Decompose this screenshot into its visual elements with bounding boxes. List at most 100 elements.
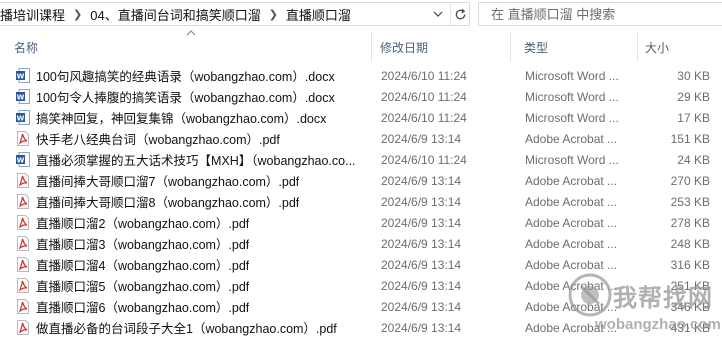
file-date: 2024/6/9 13:14: [381, 257, 462, 272]
file-row[interactable]: 直播顺口溜3（wobangzhao.com）.pdf 2024/6/9 13:1…: [0, 233, 722, 254]
file-size: 278 KB: [670, 215, 710, 230]
breadcrumb-item[interactable]: 播培训课程: [0, 3, 69, 25]
file-row[interactable]: 直播顺口溜4（wobangzhao.com）.pdf 2024/6/9 13:1…: [0, 254, 722, 275]
breadcrumb-item[interactable]: 直播顺口溜: [282, 3, 355, 25]
pdf-icon: [17, 173, 29, 188]
word-icon: W: [16, 89, 30, 104]
svg-text:W: W: [17, 156, 25, 164]
file-name-cell: W 直播必须掌握的五大话术技巧【MXH】（wobangzhao.co...: [16, 149, 372, 170]
pdf-icon: [17, 320, 29, 335]
file-size: 431 KB: [670, 320, 710, 335]
file-type: Adobe Acrobat ...: [525, 236, 618, 251]
file-row[interactable]: 直播间捧大哥顺口溜8（wobangzhao.com）.pdf 2024/6/9 …: [0, 191, 722, 212]
search-input[interactable]: [491, 6, 711, 22]
file-name-cell: W 搞笑神回复，神回复集锦（wobangzhao.com）.docx: [16, 107, 372, 128]
file-date: 2024/6/9 13:14: [381, 194, 462, 209]
pdf-icon: [17, 194, 29, 209]
file-size: 270 KB: [670, 173, 710, 188]
file-name-cell: 直播顺口溜3（wobangzhao.com）.pdf: [16, 233, 372, 254]
file-row[interactable]: 快手老八经典台词（wobangzhao.com）.pdf 2024/6/9 13…: [0, 128, 722, 149]
breadcrumb-item[interactable]: 04、直播间台词和搞笑顺口溜: [86, 3, 264, 25]
file-name-cell: 快手老八经典台词（wobangzhao.com）.pdf: [16, 128, 372, 149]
file-row[interactable]: 直播顺口溜6（wobangzhao.com）.pdf 2024/6/9 13:1…: [0, 296, 722, 317]
file-row[interactable]: 直播间捧大哥顺口溜7（wobangzhao.com）.pdf 2024/6/9 …: [0, 170, 722, 191]
column-header-name[interactable]: 名称: [0, 30, 372, 62]
file-type: Adobe Acrobat ...: [525, 299, 618, 314]
pdf-icon: [17, 257, 29, 272]
column-header-date[interactable]: 修改日期: [366, 32, 511, 62]
breadcrumb-separator-icon[interactable]: ❯: [265, 8, 282, 21]
file-row[interactable]: 做直播必备的台词段子大全1（wobangzhao.com）.pdf 2024/6…: [0, 317, 722, 338]
file-row[interactable]: 直播顺口溜5（wobangzhao.com）.pdf 2024/6/9 13:1…: [0, 275, 722, 296]
pdf-icon: [17, 236, 29, 251]
pdf-icon: [17, 299, 29, 314]
file-row[interactable]: W 直播必须掌握的五大话术技巧【MXH】（wobangzhao.co... 20…: [0, 149, 722, 170]
file-date: 2024/6/9 13:14: [381, 131, 462, 146]
file-type: Adobe Acrobat ...: [525, 278, 618, 293]
file-type: Adobe Acrobat ...: [525, 131, 618, 146]
file-name-cell: 直播顺口溜6（wobangzhao.com）.pdf: [16, 296, 372, 317]
address-dropdown-icon[interactable]: [428, 2, 448, 26]
file-name-cell: W 100句风趣搞笑的经典语录（wobangzhao.com）.docx: [16, 65, 372, 86]
word-icon: W: [16, 152, 30, 167]
file-name-cell: 做直播必备的台词段子大全1（wobangzhao.com）.pdf: [16, 317, 372, 338]
pdf-icon: [17, 278, 29, 293]
file-size: 253 KB: [670, 194, 710, 209]
file-size: 251 KB: [670, 278, 710, 293]
file-date: 2024/6/9 13:14: [381, 320, 462, 335]
file-date: 2024/6/9 13:14: [381, 173, 462, 188]
file-row[interactable]: W 搞笑神回复，神回复集锦（wobangzhao.com）.docx 2024/…: [0, 107, 722, 128]
file-type: Microsoft Word ...: [525, 152, 619, 167]
breadcrumb-separator-icon[interactable]: ❯: [69, 8, 86, 21]
file-size: 346 KB: [670, 299, 710, 314]
file-size: 248 KB: [670, 236, 710, 251]
file-size: 30 KB: [677, 68, 710, 83]
address-bar[interactable]: 播培训课程 ❯ 04、直播间台词和搞笑顺口溜 ❯ 直播顺口溜: [0, 2, 470, 26]
file-date: 2024/6/9 13:14: [381, 299, 462, 314]
refresh-icon[interactable]: [450, 2, 470, 26]
pdf-icon: [17, 131, 29, 146]
file-type: Adobe Acrobat ...: [525, 173, 618, 188]
file-size: 316 KB: [670, 257, 710, 272]
file-name: 搞笑神回复，神回复集锦（wobangzhao.com）.docx: [36, 112, 327, 126]
file-type: Adobe Acrobat ...: [525, 194, 618, 209]
file-name-cell: 直播顺口溜5（wobangzhao.com）.pdf: [16, 275, 372, 296]
search-box[interactable]: [478, 2, 722, 26]
column-header-date-label: 修改日期: [380, 40, 429, 55]
file-date: 2024/6/10 11:24: [381, 152, 467, 167]
file-type: Microsoft Word ...: [525, 89, 619, 104]
column-header-type[interactable]: 类型: [510, 32, 638, 62]
file-date: 2024/6/9 13:14: [381, 278, 462, 293]
svg-text:W: W: [17, 114, 25, 122]
file-name-cell: 直播间捧大哥顺口溜7（wobangzhao.com）.pdf: [16, 170, 372, 191]
file-name: 直播顺口溜5（wobangzhao.com）.pdf: [36, 280, 250, 294]
file-name: 快手老八经典台词（wobangzhao.com）.pdf: [36, 133, 280, 147]
file-size: 29 KB: [677, 89, 710, 104]
column-header-size[interactable]: 大小: [631, 32, 722, 62]
column-header-name-label: 名称: [14, 40, 39, 55]
file-list: W 100句风趣搞笑的经典语录（wobangzhao.com）.docx 202…: [0, 65, 722, 338]
file-name-cell: 直播顺口溜4（wobangzhao.com）.pdf: [16, 254, 372, 275]
file-size: 151 KB: [670, 131, 710, 146]
file-name-cell: 直播顺口溜2（wobangzhao.com）.pdf: [16, 212, 372, 233]
svg-text:W: W: [17, 93, 25, 101]
file-type: Adobe Acrobat ...: [525, 215, 618, 230]
file-name-cell: 直播间捧大哥顺口溜8（wobangzhao.com）.pdf: [16, 191, 372, 212]
pdf-icon: [17, 215, 29, 230]
file-type: Microsoft Word ...: [525, 110, 619, 125]
file-name: 直播顺口溜3（wobangzhao.com）.pdf: [36, 238, 250, 252]
file-type: Adobe Acrobat ...: [525, 257, 618, 272]
column-header-type-label: 类型: [524, 40, 549, 55]
file-name: 做直播必备的台词段子大全1（wobangzhao.com）.pdf: [36, 322, 337, 336]
file-row[interactable]: W 100句风趣搞笑的经典语录（wobangzhao.com）.docx 202…: [0, 65, 722, 86]
file-date: 2024/6/10 11:24: [381, 68, 467, 83]
word-icon: W: [16, 110, 30, 125]
file-date: 2024/6/9 13:14: [381, 236, 462, 251]
file-type: Microsoft Word ...: [525, 68, 619, 83]
file-row[interactable]: W 100句令人捧腹的搞笑语录（wobangzhao.com）.docx 202…: [0, 86, 722, 107]
file-name: 直播顺口溜4（wobangzhao.com）.pdf: [36, 259, 250, 273]
column-header-size-label: 大小: [645, 40, 670, 55]
file-row[interactable]: 直播顺口溜2（wobangzhao.com）.pdf 2024/6/9 13:1…: [0, 212, 722, 233]
file-type: Adobe Acrobat ...: [525, 320, 618, 335]
word-icon: W: [16, 68, 30, 83]
